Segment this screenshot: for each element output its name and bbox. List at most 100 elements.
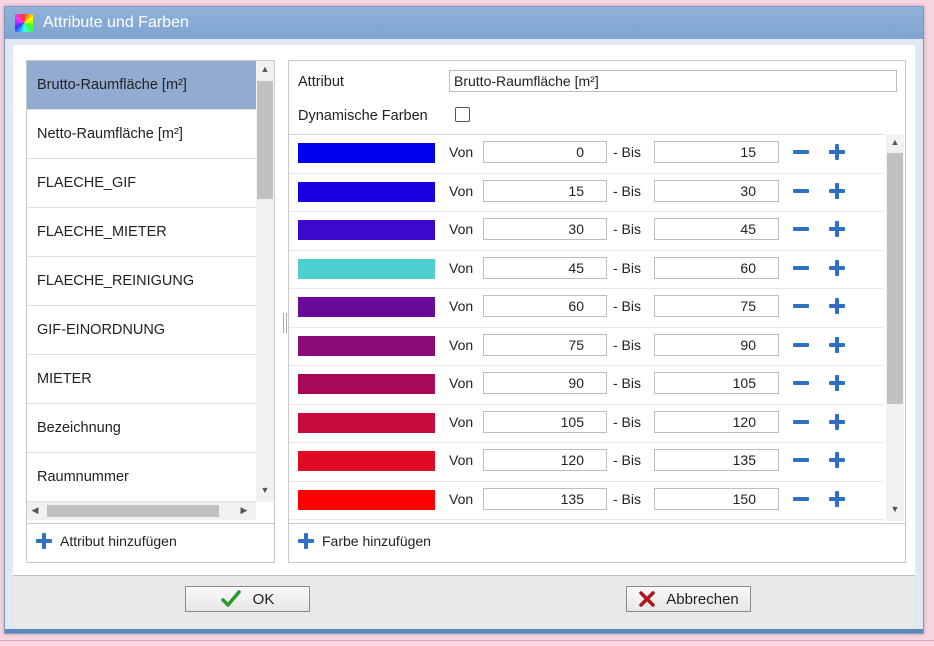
attribute-list: Brutto-Raumfläche [m²] Netto-Raumfläche [… bbox=[27, 61, 256, 502]
remove-color-button[interactable] bbox=[793, 337, 809, 356]
remove-color-button[interactable] bbox=[793, 260, 809, 279]
scroll-down-arrow-icon[interactable]: ▼ bbox=[257, 485, 273, 495]
range-from-field[interactable]: 120 bbox=[483, 449, 607, 471]
color-swatch[interactable] bbox=[298, 335, 435, 356]
plus-icon bbox=[829, 452, 845, 468]
attribute-list-item[interactable]: Bezeichnung bbox=[27, 404, 256, 453]
remove-color-button[interactable] bbox=[793, 414, 809, 433]
add-attribute-button[interactable]: Attribut hinzufügen bbox=[36, 533, 177, 549]
bis-label: - Bis bbox=[613, 298, 641, 314]
cancel-button-label: Abbrechen bbox=[666, 590, 739, 608]
insert-color-button[interactable] bbox=[829, 182, 845, 202]
range-to-field[interactable]: 15 bbox=[654, 141, 779, 163]
attribute-list-item[interactable]: GIF-EINORDNUNG bbox=[27, 306, 256, 355]
range-from-field[interactable]: 30 bbox=[483, 218, 607, 240]
range-to-field[interactable]: 75 bbox=[654, 295, 779, 317]
minus-icon bbox=[793, 414, 809, 430]
dynamic-colors-checkbox[interactable] bbox=[455, 107, 470, 122]
remove-color-button[interactable] bbox=[793, 375, 809, 394]
attribute-list-item[interactable]: Netto-Raumfläche [m²] bbox=[27, 110, 256, 159]
range-from-field[interactable]: 45 bbox=[483, 256, 607, 279]
insert-color-button[interactable] bbox=[829, 298, 845, 317]
range-to-field[interactable]: 135 bbox=[654, 449, 779, 471]
minus-icon bbox=[793, 260, 809, 276]
scroll-thumb[interactable] bbox=[257, 81, 273, 199]
remove-color-button[interactable] bbox=[793, 144, 809, 163]
range-from-field[interactable]: 135 bbox=[483, 487, 607, 510]
insert-color-button[interactable] bbox=[829, 413, 845, 433]
ok-button[interactable]: OK bbox=[185, 586, 310, 612]
range-from-field[interactable]: 105 bbox=[483, 410, 607, 433]
color-swatch[interactable] bbox=[298, 220, 435, 240]
remove-color-button[interactable] bbox=[793, 298, 809, 317]
insert-color-button[interactable] bbox=[829, 259, 845, 279]
range-from-field[interactable]: 90 bbox=[483, 372, 607, 394]
remove-color-button[interactable] bbox=[793, 491, 809, 510]
color-swatch[interactable] bbox=[298, 374, 435, 394]
attribute-list-vscrollbar[interactable]: ▲ ▼ bbox=[256, 61, 274, 502]
range-from-field[interactable]: 15 bbox=[483, 179, 607, 202]
remove-color-button[interactable] bbox=[793, 221, 809, 240]
range-to-field[interactable]: 120 bbox=[654, 410, 779, 433]
von-label: Von bbox=[449, 375, 474, 391]
ok-button-label: OK bbox=[252, 590, 275, 608]
insert-color-button[interactable] bbox=[829, 452, 845, 471]
plus-icon bbox=[36, 533, 52, 549]
color-range-row: Von 90 - Bis 105 bbox=[289, 366, 884, 405]
pane-splitter-handle[interactable] bbox=[283, 313, 287, 333]
von-label: Von bbox=[449, 182, 474, 199]
range-to-field[interactable]: 105 bbox=[654, 372, 779, 394]
von-label: Von bbox=[449, 413, 474, 430]
range-to-field[interactable]: 60 bbox=[654, 256, 779, 279]
attribute-list-item[interactable]: Raumnummer bbox=[27, 453, 256, 502]
color-range-row: Von 120 - Bis 135 bbox=[289, 443, 884, 482]
attribute-list-item[interactable]: Brutto-Raumfläche [m²] bbox=[27, 61, 256, 110]
scroll-right-arrow-icon[interactable]: ▶ bbox=[236, 505, 252, 516]
minus-icon bbox=[793, 491, 809, 507]
color-swatch[interactable] bbox=[298, 489, 435, 510]
add-attribute-label: Attribut hinzufügen bbox=[60, 533, 177, 549]
range-from-field[interactable]: 0 bbox=[483, 141, 607, 163]
scroll-up-arrow-icon[interactable]: ▲ bbox=[257, 64, 273, 74]
add-color-button[interactable]: Farbe hinzufügen bbox=[298, 533, 431, 549]
range-from-field[interactable]: 60 bbox=[483, 295, 607, 317]
color-range-row: Von 0 - Bis 15 bbox=[289, 135, 884, 174]
attribute-list-item[interactable]: FLAECHE_REINIGUNG bbox=[27, 257, 256, 306]
insert-color-button[interactable] bbox=[829, 221, 845, 240]
color-list-vscrollbar[interactable]: ▲ ▼ bbox=[886, 134, 904, 521]
color-swatch[interactable] bbox=[298, 451, 435, 471]
plus-icon bbox=[829, 259, 845, 276]
scroll-down-arrow-icon[interactable]: ▼ bbox=[887, 504, 903, 514]
range-to-field[interactable]: 150 bbox=[654, 487, 779, 510]
attribute-list-hscrollbar[interactable]: ◀ ▶ bbox=[27, 502, 256, 520]
hscroll-thumb[interactable] bbox=[47, 505, 219, 517]
remove-color-button[interactable] bbox=[793, 183, 809, 202]
attribut-field[interactable] bbox=[449, 70, 897, 92]
range-to-field[interactable]: 90 bbox=[654, 333, 779, 356]
color-swatch[interactable] bbox=[298, 258, 435, 279]
range-from-field[interactable]: 75 bbox=[483, 333, 607, 356]
insert-color-button[interactable] bbox=[829, 490, 845, 510]
color-swatch[interactable] bbox=[298, 181, 435, 202]
insert-color-button[interactable] bbox=[829, 375, 845, 394]
range-to-field[interactable]: 30 bbox=[654, 179, 779, 202]
plus-icon bbox=[829, 336, 845, 353]
attribute-list-item[interactable]: MIETER bbox=[27, 355, 256, 404]
color-swatch[interactable] bbox=[298, 143, 435, 163]
color-swatch[interactable] bbox=[298, 412, 435, 433]
scroll-left-arrow-icon[interactable]: ◀ bbox=[27, 505, 43, 516]
range-to-field[interactable]: 45 bbox=[654, 218, 779, 240]
cancel-button[interactable]: Abbrechen bbox=[626, 586, 751, 612]
insert-color-button[interactable] bbox=[829, 144, 845, 163]
minus-icon bbox=[793, 452, 809, 468]
plus-icon bbox=[298, 533, 314, 549]
von-label: Von bbox=[449, 490, 474, 507]
attribute-list-item[interactable]: FLAECHE_MIETER bbox=[27, 208, 256, 257]
insert-color-button[interactable] bbox=[829, 336, 845, 356]
dialog-titlebar[interactable]: Attribute und Farben bbox=[5, 7, 923, 39]
scroll-thumb[interactable] bbox=[887, 153, 903, 404]
scroll-up-arrow-icon[interactable]: ▲ bbox=[887, 137, 903, 147]
color-swatch[interactable] bbox=[298, 297, 435, 317]
attribute-list-item[interactable]: FLAECHE_GIF bbox=[27, 159, 256, 208]
remove-color-button[interactable] bbox=[793, 452, 809, 471]
